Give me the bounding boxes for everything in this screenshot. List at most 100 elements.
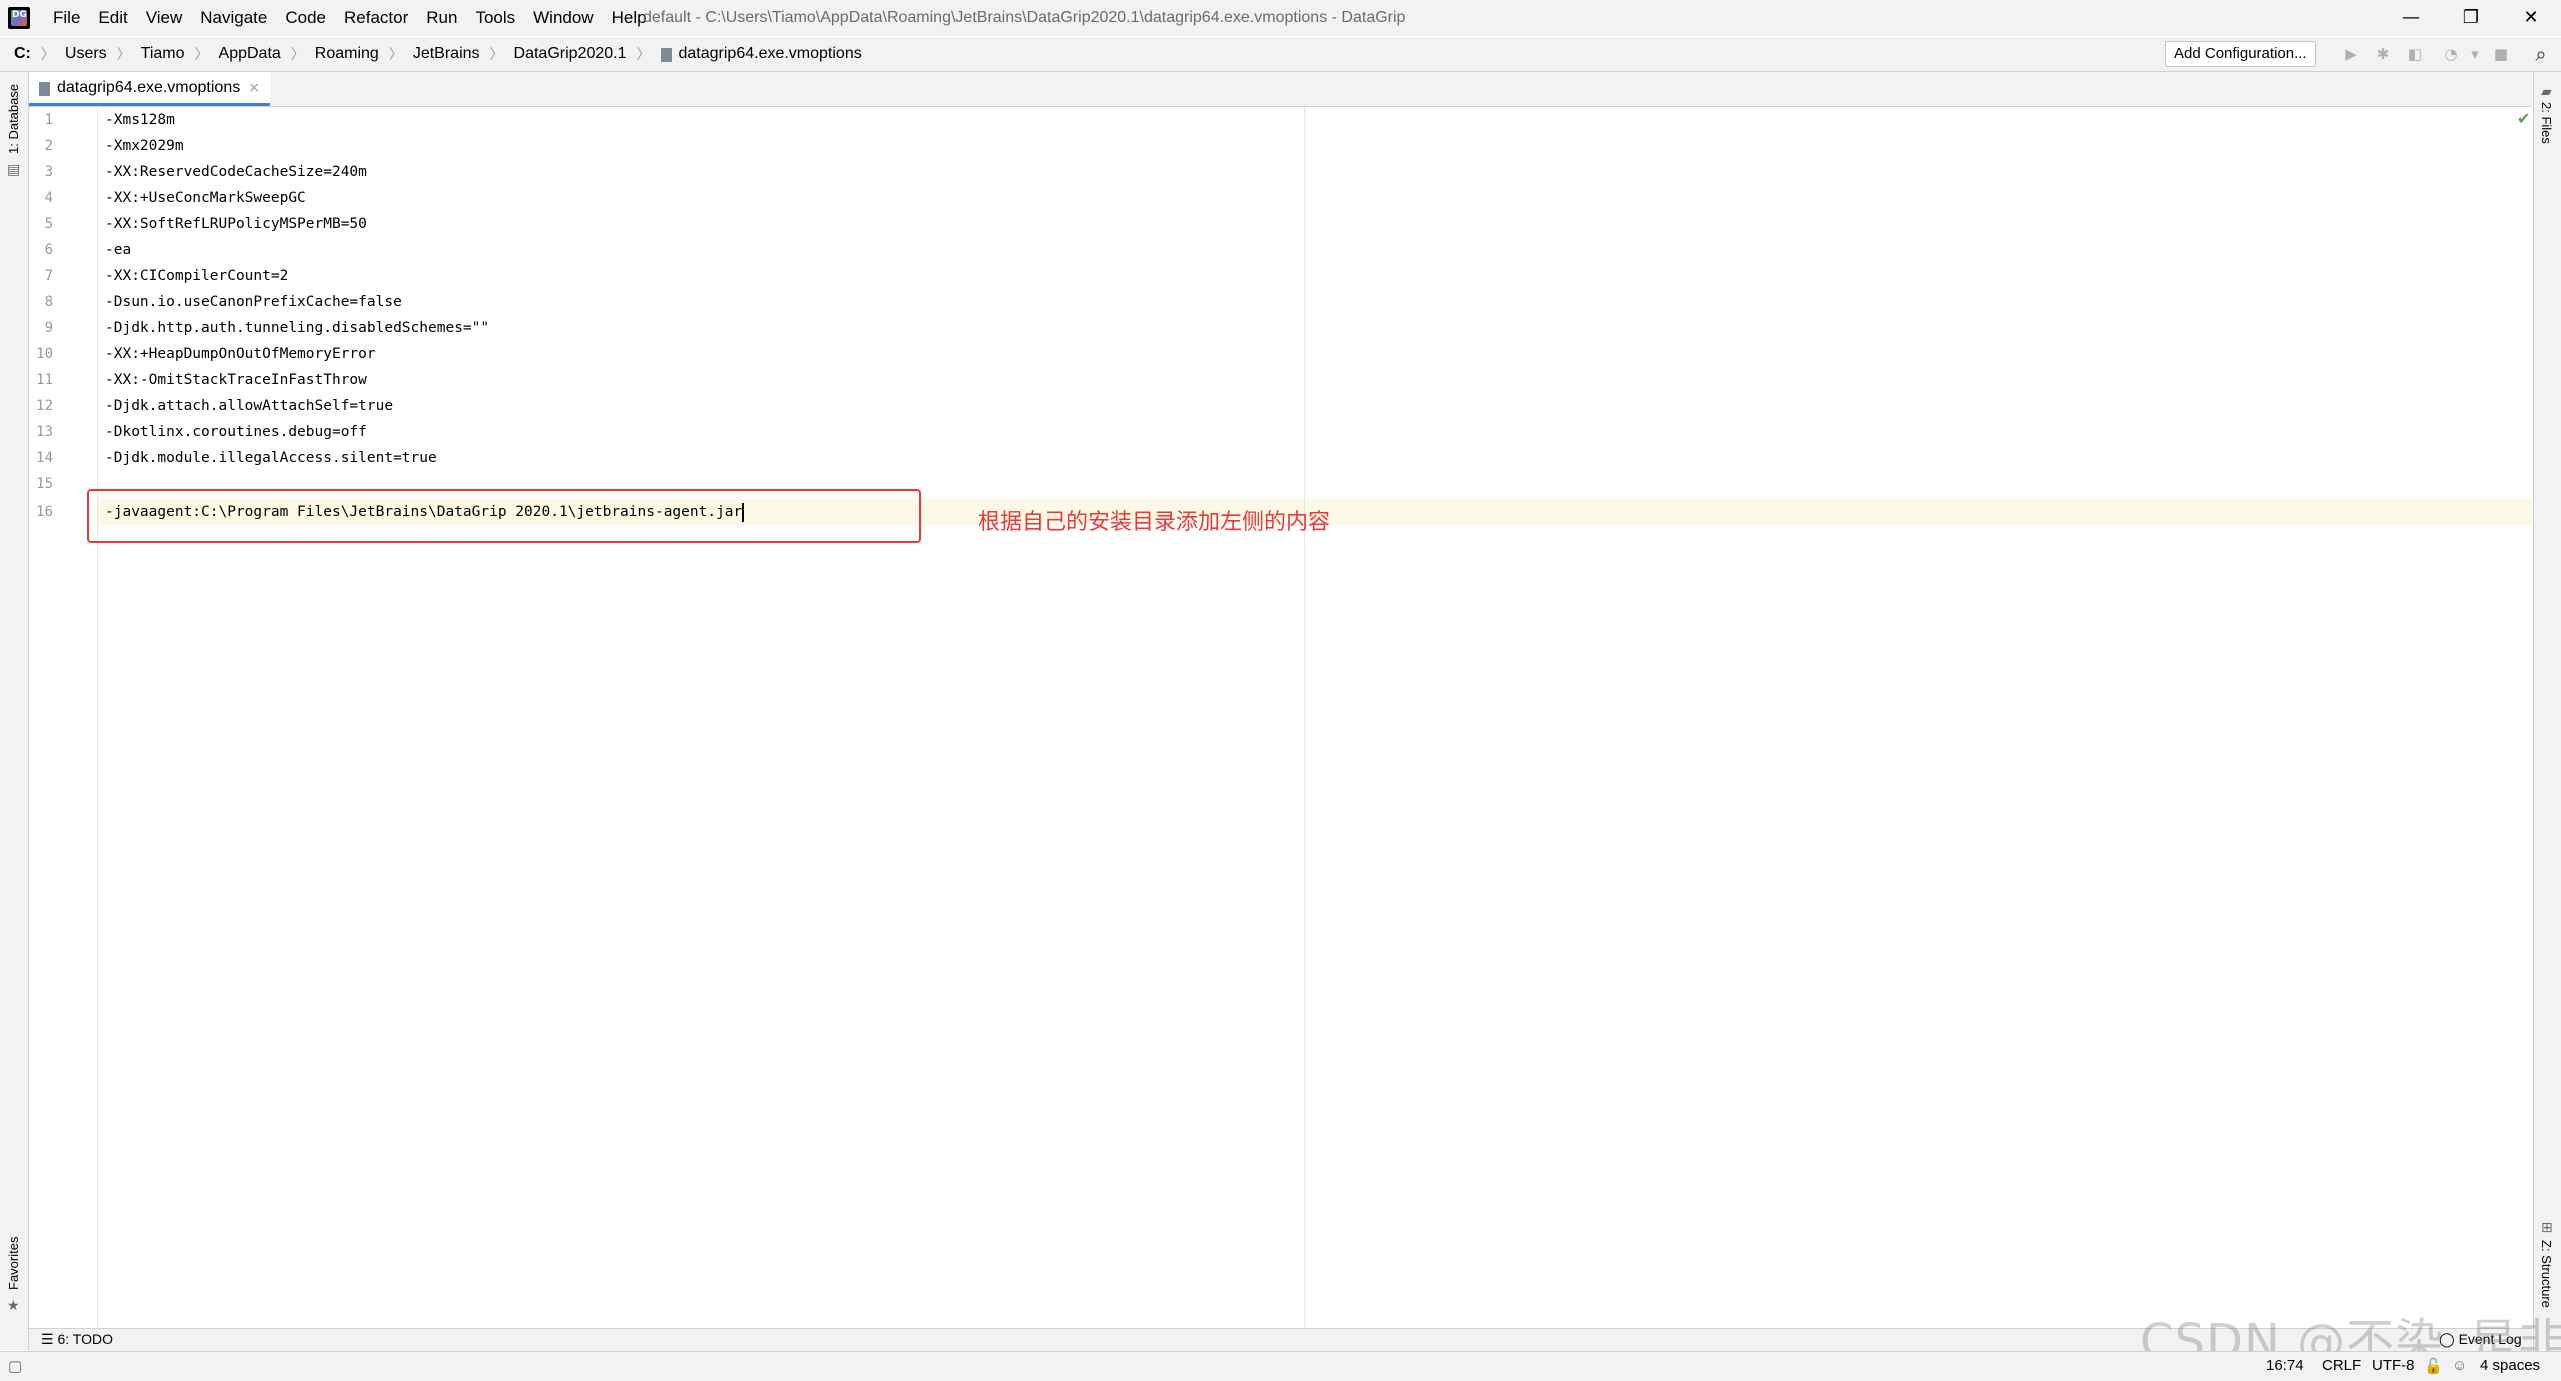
search-icon[interactable]: ⌕ xyxy=(2530,43,2552,65)
folder-icon: ▰ xyxy=(2541,84,2552,100)
menu-view[interactable]: View xyxy=(137,0,192,36)
code-line[interactable]: -XX:+UseConcMarkSweepGC xyxy=(105,185,306,211)
debug-icon[interactable]: ✱ xyxy=(2372,43,2394,65)
status-bar: ▢ 16:74 CRLF UTF-8 🔓 ☺ 4 spaces xyxy=(0,1351,2561,1381)
code-line[interactable]: -Xms128m xyxy=(105,107,175,133)
menu-file[interactable]: File xyxy=(44,0,89,36)
line-number: 8 xyxy=(44,294,53,310)
main-menu: File Edit View Navigate Code Refactor Ru… xyxy=(44,0,656,36)
menu-run[interactable]: Run xyxy=(417,0,466,36)
structure-tool-button[interactable]: Z: Structure xyxy=(2539,1240,2554,1308)
run-icon[interactable]: ▶ xyxy=(2340,43,2362,65)
file-icon xyxy=(39,81,50,96)
code-line[interactable]: -XX:SoftRefLRUPolicyMSPerMB=50 xyxy=(105,211,367,237)
menu-window[interactable]: Window xyxy=(524,0,602,36)
line-number: 16 xyxy=(36,504,53,520)
title-bar: DG File Edit View Navigate Code Refactor… xyxy=(0,0,2561,36)
line-number: 4 xyxy=(44,190,53,206)
line-separator[interactable]: CRLF xyxy=(2322,1357,2361,1374)
breadcrumb-users[interactable]: Users xyxy=(65,45,107,63)
line-number: 6 xyxy=(44,242,53,258)
favorites-tool-button[interactable]: Favorites xyxy=(6,1237,21,1290)
database-icon: ▤ xyxy=(7,162,21,178)
indent-setting[interactable]: 4 spaces xyxy=(2480,1357,2540,1374)
stop-icon[interactable]: ■ xyxy=(2490,43,2512,65)
close-window-button[interactable]: ✕ xyxy=(2502,0,2560,36)
close-icon[interactable]: × xyxy=(248,80,260,96)
profile-icon[interactable]: ◔ xyxy=(2440,43,2462,65)
line-number: 14 xyxy=(36,450,53,466)
line-number: 12 xyxy=(36,398,53,414)
star-icon: ★ xyxy=(7,1298,20,1314)
line-number: 3 xyxy=(44,164,53,180)
code-line[interactable]: -Dkotlinx.coroutines.debug=off xyxy=(105,419,367,445)
annotation-text: 根据自己的安装目录添加左侧的内容 xyxy=(978,510,1331,535)
line-number: 7 xyxy=(44,268,53,284)
file-icon xyxy=(660,48,672,62)
add-configuration-button[interactable]: Add Configuration... xyxy=(2165,41,2316,67)
code-line[interactable]: -Djdk.http.auth.tunneling.disabledScheme… xyxy=(105,315,489,341)
inspection-ok-icon[interactable]: ✔ xyxy=(2517,109,2530,128)
breadcrumb-drive[interactable]: C: xyxy=(14,45,31,63)
code-line[interactable]: -XX:CICompilerCount=2 xyxy=(105,263,288,289)
breadcrumb-roaming[interactable]: Roaming xyxy=(315,45,379,63)
menu-code[interactable]: Code xyxy=(276,0,335,36)
code-line[interactable]: -Dsun.io.useCanonPrefixCache=false xyxy=(105,289,402,315)
code-line[interactable]: -XX:ReservedCodeCacheSize=240m xyxy=(105,159,367,185)
layout-toggle-icon[interactable]: ▢ xyxy=(8,1357,22,1375)
breadcrumb-jetbrains[interactable]: JetBrains xyxy=(413,45,480,63)
left-tool-stripe: ▤ 1: Database Favorites ★ xyxy=(0,72,29,1350)
menu-refactor[interactable]: Refactor xyxy=(335,0,417,36)
navigation-bar: C: 〉 Users 〉 Tiamo 〉 AppData 〉 Roaming 〉… xyxy=(0,37,2561,72)
structure-icon: ⊞ xyxy=(2541,1220,2553,1236)
code-line[interactable]: -XX:-OmitStackTraceInFastThrow xyxy=(105,367,367,393)
breadcrumb-datagrip[interactable]: DataGrip2020.1 xyxy=(514,45,627,63)
breadcrumb-separator: 〉 xyxy=(116,46,131,62)
datagrip-logo-icon: DG xyxy=(8,7,30,29)
code-line[interactable]: -Djdk.attach.allowAttachSelf=true xyxy=(105,393,393,419)
breadcrumb-appdata[interactable]: AppData xyxy=(219,45,281,63)
files-tool-button[interactable]: 2: Files xyxy=(2539,102,2554,144)
line-number: 13 xyxy=(36,424,53,440)
todo-tool-button[interactable]: ☰ 6: TODO xyxy=(41,1331,113,1348)
line-number: 2 xyxy=(44,138,53,154)
breadcrumb-separator: 〉 xyxy=(489,46,504,62)
minimize-button[interactable]: — xyxy=(2382,0,2440,36)
line-number: 9 xyxy=(44,320,53,336)
breadcrumb-file[interactable]: datagrip64.exe.vmoptions xyxy=(679,45,862,63)
code-editor[interactable]: 1 2 3 4 5 6 7 8 9 10 11 12 13 14 15 16 -… xyxy=(29,107,2532,1328)
line-number: 11 xyxy=(36,372,53,388)
restore-button[interactable]: ❐ xyxy=(2442,0,2500,36)
file-encoding[interactable]: UTF-8 xyxy=(2372,1357,2415,1374)
breadcrumb-separator: 〉 xyxy=(194,46,209,62)
coverage-icon[interactable]: ◧ xyxy=(2404,43,2426,65)
line-number: 1 xyxy=(44,112,53,128)
inspector-icon[interactable]: ☺ xyxy=(2452,1357,2467,1374)
right-tool-stripe: ▰ 2: Files ⊞ Z: Structure xyxy=(2533,72,2561,1350)
menu-tools[interactable]: Tools xyxy=(466,0,524,36)
breadcrumb-separator: 〉 xyxy=(388,46,403,62)
code-line[interactable]: -ea xyxy=(105,237,131,263)
menu-navigate[interactable]: Navigate xyxy=(191,0,276,36)
tab-label: datagrip64.exe.vmoptions xyxy=(57,78,241,96)
code-line[interactable]: -Djdk.module.illegalAccess.silent=true xyxy=(105,445,437,471)
code-line[interactable]: -Xmx2029m xyxy=(105,133,184,159)
menu-edit[interactable]: Edit xyxy=(89,0,136,36)
code-line[interactable]: -XX:+HeapDumpOnOutOfMemoryError xyxy=(105,341,376,367)
todo-label: 6: TODO xyxy=(57,1331,113,1347)
tab-vmoptions[interactable]: datagrip64.exe.vmoptions × xyxy=(29,72,270,106)
line-number: 10 xyxy=(36,346,53,362)
breadcrumb: C: 〉 Users 〉 Tiamo 〉 AppData 〉 Roaming 〉… xyxy=(14,37,862,71)
editor-tab-bar: datagrip64.exe.vmoptions × xyxy=(29,72,2532,107)
database-tool-button[interactable]: 1: Database xyxy=(6,84,21,154)
list-icon: ☰ xyxy=(41,1331,58,1347)
caret-position[interactable]: 16:74 xyxy=(2266,1357,2304,1374)
line-number: 5 xyxy=(44,216,53,232)
breadcrumb-separator: 〉 xyxy=(636,46,651,62)
annotation-highlight-box xyxy=(87,489,921,543)
right-margin-guide xyxy=(1304,107,1305,1328)
breadcrumb-separator: 〉 xyxy=(290,46,305,62)
breadcrumb-tiamo[interactable]: Tiamo xyxy=(141,45,185,63)
lock-icon[interactable]: 🔓 xyxy=(2424,1357,2443,1375)
chevron-down-icon[interactable]: ▾ xyxy=(2464,43,2486,65)
